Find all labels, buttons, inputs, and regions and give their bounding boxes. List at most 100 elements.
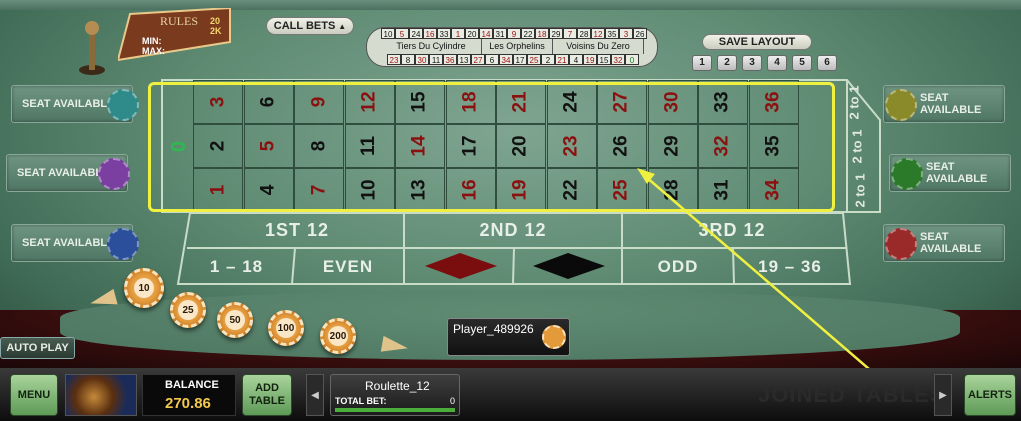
bet-19-36[interactable]: 19 – 36	[734, 250, 846, 284]
number-cell-23[interactable]: 23	[546, 124, 597, 168]
number-cell-24[interactable]: 24	[546, 80, 597, 124]
dozen-2[interactable]: 2ND 12	[404, 213, 622, 247]
number-label: 25	[610, 179, 632, 201]
number-cell-10[interactable]: 10	[344, 168, 395, 212]
scroll-right-icon[interactable]: ▶	[934, 374, 952, 416]
number-label: 21	[509, 91, 531, 113]
number-cell-33[interactable]: 33	[698, 80, 748, 124]
number-label: 20	[509, 135, 531, 157]
chip-50[interactable]: 50	[217, 302, 253, 338]
number-label: 28	[661, 179, 683, 201]
number-cell-36[interactable]: 36	[748, 80, 799, 124]
column-bet-2[interactable]: 2 to 1	[838, 124, 876, 168]
number-label: 6	[257, 96, 279, 108]
bet-red[interactable]	[404, 250, 513, 284]
number-cell-22[interactable]: 22	[546, 168, 597, 212]
number-label: 14	[408, 135, 430, 157]
total-bet-bar	[335, 408, 455, 412]
chip-100[interactable]: 100	[268, 310, 304, 346]
number-cell-21[interactable]: 21	[496, 80, 546, 124]
number-cell-9[interactable]: 9	[294, 80, 344, 124]
number-label: 34	[762, 179, 784, 201]
bet-even[interactable]: EVEN	[293, 250, 403, 284]
chip-25[interactable]: 25	[170, 292, 206, 328]
number-cell-11[interactable]: 11	[344, 124, 395, 168]
table-tab[interactable]: Roulette_12 TOTAL BET: 0	[330, 374, 460, 416]
number-cell-20[interactable]: 20	[496, 124, 546, 168]
chip-value: 10	[134, 278, 154, 298]
number-label: 16	[459, 179, 481, 201]
chip-value: 100	[276, 318, 296, 338]
number-cell-2[interactable]: 2	[193, 124, 243, 168]
number-label: 35	[762, 135, 784, 157]
number-cell-31[interactable]: 31	[698, 168, 748, 212]
number-label: 5	[257, 140, 279, 152]
number-cell-19[interactable]: 19	[496, 168, 546, 212]
number-cell-16[interactable]: 16	[445, 168, 496, 212]
joined-tables-label: JOINED TABLES	[758, 382, 946, 407]
menu-button[interactable]: MENU	[10, 374, 58, 416]
bet-1-18[interactable]: 1 – 18	[180, 250, 293, 284]
number-cell-5[interactable]: 5	[243, 124, 294, 168]
chip-value: 50	[225, 310, 245, 330]
number-label: 23	[560, 135, 582, 157]
number-label: 11	[358, 135, 380, 157]
dozen-1[interactable]: 1ST 12	[190, 213, 404, 247]
total-bet-label: TOTAL BET:	[335, 396, 387, 406]
add-table-button[interactable]: ADD TABLE	[242, 374, 292, 416]
number-cell-15[interactable]: 15	[395, 80, 445, 124]
column-bet-1[interactable]: 2 to 1	[835, 80, 873, 124]
number-cell-6[interactable]: 6	[243, 80, 294, 124]
number-cell-29[interactable]: 29	[647, 124, 698, 168]
number-cell-34[interactable]: 34	[748, 168, 799, 212]
bet-black[interactable]	[513, 250, 622, 284]
number-label: 30	[661, 91, 683, 113]
column-bet-label: 2 to 1	[852, 173, 868, 207]
number-label: 2	[206, 140, 228, 152]
chip-200[interactable]: 200	[320, 318, 356, 354]
number-label: 10	[358, 179, 380, 201]
number-cell-28[interactable]: 28	[647, 168, 698, 212]
total-bet-value: 0	[449, 396, 455, 406]
add-table-label: ADD TABLE	[249, 382, 285, 407]
number-label: 31	[711, 179, 733, 201]
number-cell-17[interactable]: 17	[445, 124, 496, 168]
number-cell-35[interactable]: 35	[748, 124, 799, 168]
number-cell-25[interactable]: 25	[597, 168, 647, 212]
player-name: Player_489926	[453, 322, 534, 336]
number-cell-4[interactable]: 4	[243, 168, 294, 212]
number-label: 17	[459, 135, 481, 157]
number-cell-18[interactable]: 18	[445, 80, 496, 124]
number-cell-13[interactable]: 13	[395, 168, 445, 212]
bet-odd[interactable]: ODD	[622, 250, 734, 284]
chip-10[interactable]: 10	[124, 268, 164, 308]
number-cell-7[interactable]: 7	[294, 168, 344, 212]
balance-box: BALANCE 270.86	[142, 374, 236, 416]
auto-play-button[interactable]: AUTO PLAY	[0, 337, 75, 359]
game-thumbnail[interactable]	[65, 374, 137, 416]
alerts-button[interactable]: ALERTS	[964, 374, 1016, 416]
number-label: 3	[206, 96, 228, 108]
number-cell-32[interactable]: 32	[698, 124, 748, 168]
number-cell-3[interactable]: 3	[193, 80, 243, 124]
number-label: 33	[711, 91, 733, 113]
number-cell-12[interactable]: 12	[344, 80, 395, 124]
scroll-left-icon[interactable]: ◀	[306, 374, 324, 416]
column-bet-label: 2 to 1	[849, 129, 865, 163]
number-cell-27[interactable]: 27	[597, 80, 647, 124]
number-label: 27	[610, 91, 632, 113]
player-chip-icon	[542, 325, 566, 349]
number-label: 13	[408, 179, 430, 201]
number-cell-26[interactable]: 26	[597, 124, 647, 168]
alerts-label: ALERTS	[968, 388, 1012, 401]
number-cell-1[interactable]: 1	[193, 168, 243, 212]
number-cell-8[interactable]: 8	[294, 124, 344, 168]
number-label: 32	[711, 135, 733, 157]
column-bet-3[interactable]: 2 to 1	[841, 168, 879, 212]
number-label: 4	[257, 184, 279, 196]
number-cell-30[interactable]: 30	[647, 80, 698, 124]
table-name: Roulette_12	[365, 379, 430, 393]
number-label: 22	[560, 179, 582, 201]
number-cell-14[interactable]: 14	[395, 124, 445, 168]
dozen-3[interactable]: 3RD 12	[622, 213, 842, 247]
